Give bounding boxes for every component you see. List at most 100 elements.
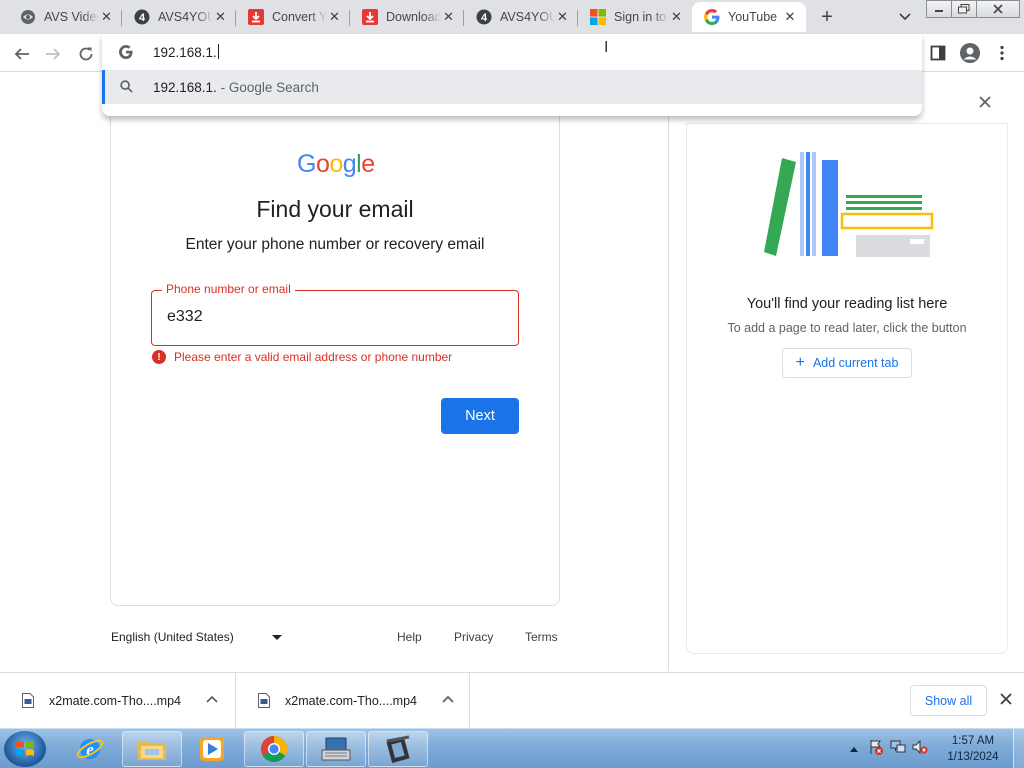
tab-label: AVS4YOU <box>500 10 555 24</box>
tab-convert[interactable]: Convert Y ✕ <box>236 2 350 32</box>
email-field-value[interactable]: e332 <box>167 308 203 326</box>
close-icon[interactable]: ✕ <box>213 9 228 25</box>
download-item[interactable]: x2mate.com-Tho....mp4 <box>0 673 236 729</box>
minimize-button[interactable] <box>926 0 952 18</box>
close-icon[interactable]: ✕ <box>99 9 114 25</box>
new-tab-button[interactable]: + <box>816 6 838 28</box>
language-label: English (United States) <box>111 630 234 644</box>
language-select[interactable]: English (United States) <box>111 630 282 644</box>
clock-date: 1/13/2024 <box>947 751 999 763</box>
plus-icon: + <box>795 354 805 371</box>
error-text: Please enter a valid email address or ph… <box>174 350 453 364</box>
file-icon <box>258 693 270 713</box>
download-filename: x2mate.com-Tho....mp4 <box>285 694 417 708</box>
tab-search-icon[interactable] <box>896 8 914 26</box>
close-icon[interactable]: ✕ <box>782 9 798 25</box>
close-icon[interactable]: ✕ <box>555 9 570 25</box>
page-title: Find your email <box>256 196 414 222</box>
download-item[interactable]: x2mate.com-Tho....mp4 <box>236 673 470 729</box>
suggestion-text: 192.168.1. - Google Search <box>153 80 319 95</box>
show-hidden-icons-icon[interactable] <box>846 746 862 752</box>
close-icon[interactable]: ✕ <box>327 9 342 25</box>
help-link[interactable]: Help <box>397 630 422 644</box>
tab-strip: AVS Video ✕ 4 AVS4YOU ✕ Convert Y ✕ Down… <box>0 0 1024 34</box>
tab-label: Sign in to <box>614 10 667 24</box>
reload-icon[interactable] <box>73 41 99 67</box>
privacy-link[interactable]: Privacy <box>454 630 493 644</box>
tab-avs4you[interactable]: 4 AVS4YOU ✕ <box>122 2 236 32</box>
show-all-button[interactable]: Show all <box>910 685 987 716</box>
start-button[interactable] <box>4 731 46 767</box>
browser-window: AVS Video ✕ 4 AVS4YOU ✕ Convert Y ✕ Down… <box>0 0 1024 768</box>
windows-taskbar: e 1:57 AM 1/13/2024 <box>0 728 1024 768</box>
show-desktop-button[interactable] <box>1013 729 1024 768</box>
svg-text:4: 4 <box>139 12 146 24</box>
page-subtitle: Enter your phone number or recovery emai… <box>185 236 485 253</box>
window-controls <box>926 0 1020 18</box>
on-screen-keyboard-icon[interactable] <box>306 731 366 767</box>
google-g-icon <box>704 9 720 25</box>
address-bar[interactable]: 192.168.1. I <box>102 34 922 70</box>
chrome-icon[interactable] <box>244 731 304 767</box>
avs4you-icon: 4 <box>134 9 150 25</box>
page-footer: English (United States) Help Privacy Ter… <box>111 630 561 650</box>
tab-avs4you-2[interactable]: 4 AVS4YOU ✕ <box>464 2 578 32</box>
volume-muted-icon[interactable] <box>912 739 928 760</box>
chevron-up-icon[interactable] <box>442 691 454 706</box>
close-icon[interactable]: ✕ <box>441 9 456 25</box>
dropdown-arrow-icon <box>271 634 282 640</box>
email-field[interactable]: Phone number or email e332 <box>151 282 519 346</box>
side-panel-close-icon[interactable] <box>977 94 993 110</box>
google-g-icon <box>119 45 133 64</box>
microsoft-icon <box>590 9 606 25</box>
file-explorer-icon[interactable] <box>122 731 182 767</box>
tab-label: YouTube <box>728 10 778 24</box>
search-icon <box>120 80 133 98</box>
address-bar-value[interactable]: 192.168.1. <box>153 44 219 60</box>
chevron-up-icon[interactable] <box>206 691 218 706</box>
close-icon[interactable] <box>997 690 1015 708</box>
file-icon <box>22 693 34 713</box>
windows-logo-icon <box>16 741 34 756</box>
tab-avs-video[interactable]: AVS Video ✕ <box>8 2 122 32</box>
window-close-button[interactable] <box>976 0 1020 18</box>
downloads-bar: x2mate.com-Tho....mp4 x2mate.com-Tho....… <box>0 672 1024 729</box>
add-current-tab-label: Add current tab <box>812 356 899 370</box>
next-button[interactable]: Next <box>441 398 519 434</box>
forward-icon[interactable] <box>40 41 66 67</box>
error-icon: ! <box>152 350 166 364</box>
signin-card: Google Find your email Enter your phone … <box>110 102 560 606</box>
avs-icon <box>20 9 36 25</box>
tab-label: Convert Y <box>272 10 327 24</box>
tab-label: AVS4YOU <box>158 10 213 24</box>
tab-youtube[interactable]: YouTube ✕ <box>692 2 806 32</box>
omnibox-suggestion[interactable]: 192.168.1. - Google Search <box>102 70 922 104</box>
back-icon[interactable] <box>9 41 35 67</box>
terms-link[interactable]: Terms <box>525 630 558 644</box>
tab-sign-in[interactable]: Sign in to ✕ <box>578 2 692 32</box>
internet-explorer-icon[interactable]: e <box>60 731 120 767</box>
add-current-tab-button[interactable]: + Add current tab <box>782 348 912 378</box>
network-icon[interactable] <box>890 739 906 760</box>
restore-button[interactable] <box>951 0 977 18</box>
error-message: ! Please enter a valid email address or … <box>152 350 452 364</box>
movie-maker-icon[interactable] <box>368 731 428 767</box>
media-player-icon[interactable] <box>182 731 242 767</box>
side-panel-icon[interactable] <box>926 41 950 65</box>
taskbar-clock[interactable]: 1:57 AM 1/13/2024 <box>938 733 1008 765</box>
reading-list-illustration <box>764 152 934 257</box>
page-content: Google Find your email Enter your phone … <box>0 72 669 671</box>
omnibox: 192.168.1. I 192.168.1. - Google Search <box>102 34 922 116</box>
close-icon[interactable]: ✕ <box>669 9 684 25</box>
download-filename: x2mate.com-Tho....mp4 <box>49 694 181 708</box>
text-cursor-icon: I <box>604 39 609 56</box>
tab-label: Download <box>386 10 441 24</box>
avs4you-icon: 4 <box>476 9 492 25</box>
google-logo: Google <box>297 150 375 178</box>
profile-avatar-icon[interactable] <box>958 41 982 65</box>
menu-kebab-icon[interactable] <box>990 41 1014 65</box>
email-field-label: Phone number or email <box>162 282 295 296</box>
tab-download[interactable]: Download ✕ <box>350 2 464 32</box>
action-center-flag-icon[interactable] <box>868 739 884 760</box>
tab-label: AVS Video <box>44 10 99 24</box>
